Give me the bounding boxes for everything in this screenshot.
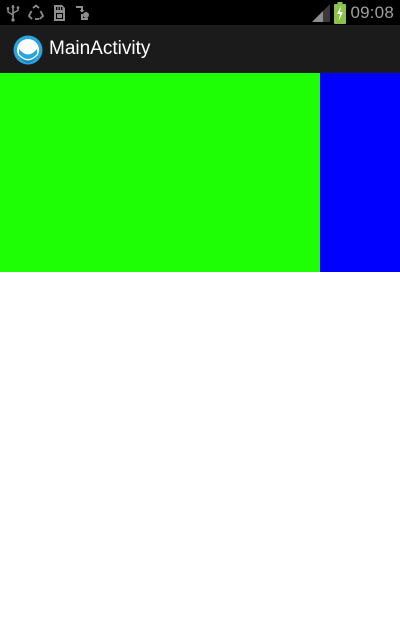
sd-card-icon bbox=[54, 4, 65, 21]
signal-icon bbox=[312, 3, 331, 22]
status-bar: 09:08 bbox=[0, 0, 400, 25]
notification-icons bbox=[4, 3, 96, 22]
battery-charging-icon bbox=[334, 1, 347, 24]
app-title: MainActivity bbox=[49, 38, 151, 59]
blue-view bbox=[320, 73, 400, 272]
status-clock: 09:08 bbox=[350, 2, 394, 22]
sync-icon bbox=[76, 5, 89, 20]
system-icons: 09:08 bbox=[311, 0, 394, 25]
content-area bbox=[0, 272, 400, 640]
app-logo-icon[interactable] bbox=[13, 35, 43, 65]
action-bar: MainActivity bbox=[0, 25, 400, 73]
green-view bbox=[0, 73, 320, 272]
usb-icon bbox=[6, 4, 20, 22]
recycle-icon bbox=[27, 3, 45, 20]
